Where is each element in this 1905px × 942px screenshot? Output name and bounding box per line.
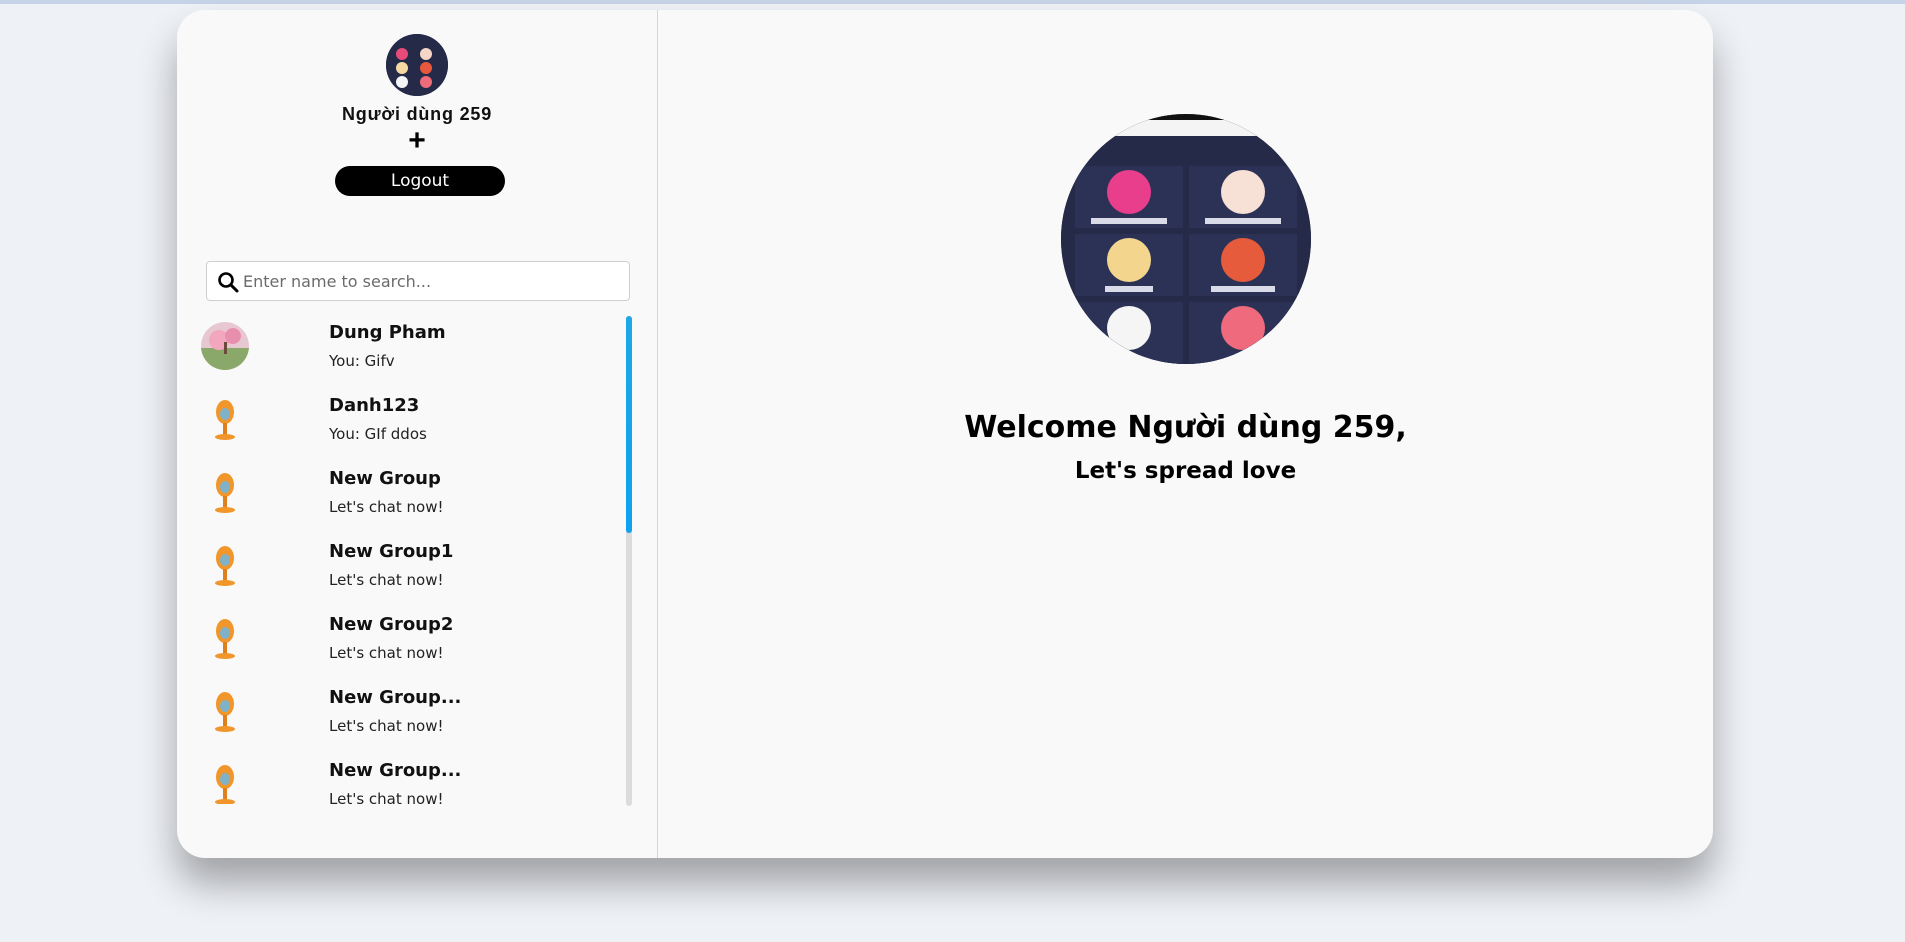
search-box — [206, 261, 630, 301]
conversation-avatar — [201, 760, 249, 804]
conversation-last-message: Let's chat now! — [329, 717, 444, 735]
conversation-avatar — [201, 322, 249, 370]
conversation-name: New Group2 — [329, 614, 454, 635]
conversation-last-message: Let's chat now! — [329, 571, 444, 589]
conversation-avatar — [201, 395, 249, 443]
conversation-name: New Group... — [329, 687, 462, 708]
conversation-item[interactable]: Dung Pham You: Gifv — [177, 314, 627, 387]
conversation-last-message: Let's chat now! — [329, 498, 444, 516]
conversation-name: Danh123 — [329, 395, 420, 416]
conversation-item[interactable]: New Group... Let's chat now! — [177, 679, 627, 752]
conversation-name: New Group — [329, 468, 441, 489]
conversation-avatar — [201, 541, 249, 589]
user-name: Người dùng 259 — [341, 104, 493, 124]
search-input[interactable] — [243, 262, 623, 300]
conversation-name: Dung Pham — [329, 322, 446, 343]
conversation-list: Dung Pham You: Gifv Danh123 You: GIf ddo… — [177, 314, 657, 804]
conversation-avatar — [201, 468, 249, 516]
welcome-panel: Welcome Người dùng 259, Let's spread lov… — [658, 10, 1713, 858]
conversation-name: New Group... — [329, 760, 462, 781]
conversation-item[interactable]: New Group1 Let's chat now! — [177, 533, 627, 606]
conversation-last-message: You: Gifv — [329, 352, 395, 370]
sidebar: Người dùng 259 + Logout Enter name to se… — [177, 10, 658, 858]
user-avatar[interactable] — [386, 34, 448, 96]
browser-top-edge — [0, 0, 1905, 4]
add-conversation-button[interactable]: + — [177, 126, 657, 156]
conversation-item[interactable]: New Group Let's chat now! — [177, 460, 627, 533]
conversation-name: New Group1 — [329, 541, 454, 562]
conversation-avatar — [201, 614, 249, 662]
welcome-heading: Welcome Người dùng 259, — [964, 410, 1407, 445]
conversation-last-message: You: GIf ddos — [329, 425, 427, 443]
conversation-item[interactable]: Danh123 You: GIf ddos — [177, 387, 627, 460]
logout-button[interactable]: Logout — [335, 166, 505, 196]
search-icon — [218, 272, 239, 293]
scrollbar-thumb[interactable] — [626, 316, 632, 533]
chat-app-card: Người dùng 259 + Logout Enter name to se… — [177, 10, 1713, 858]
welcome-tagline: Let's spread love — [1074, 458, 1297, 484]
conversation-last-message: Let's chat now! — [329, 644, 444, 662]
conversation-last-message: Let's chat now! — [329, 790, 444, 804]
conversation-item[interactable]: New Group... Let's chat now! — [177, 752, 627, 804]
welcome-avatar — [1061, 114, 1311, 364]
conversation-avatar — [201, 687, 249, 735]
conversation-item[interactable]: New Group2 Let's chat now! — [177, 606, 627, 679]
